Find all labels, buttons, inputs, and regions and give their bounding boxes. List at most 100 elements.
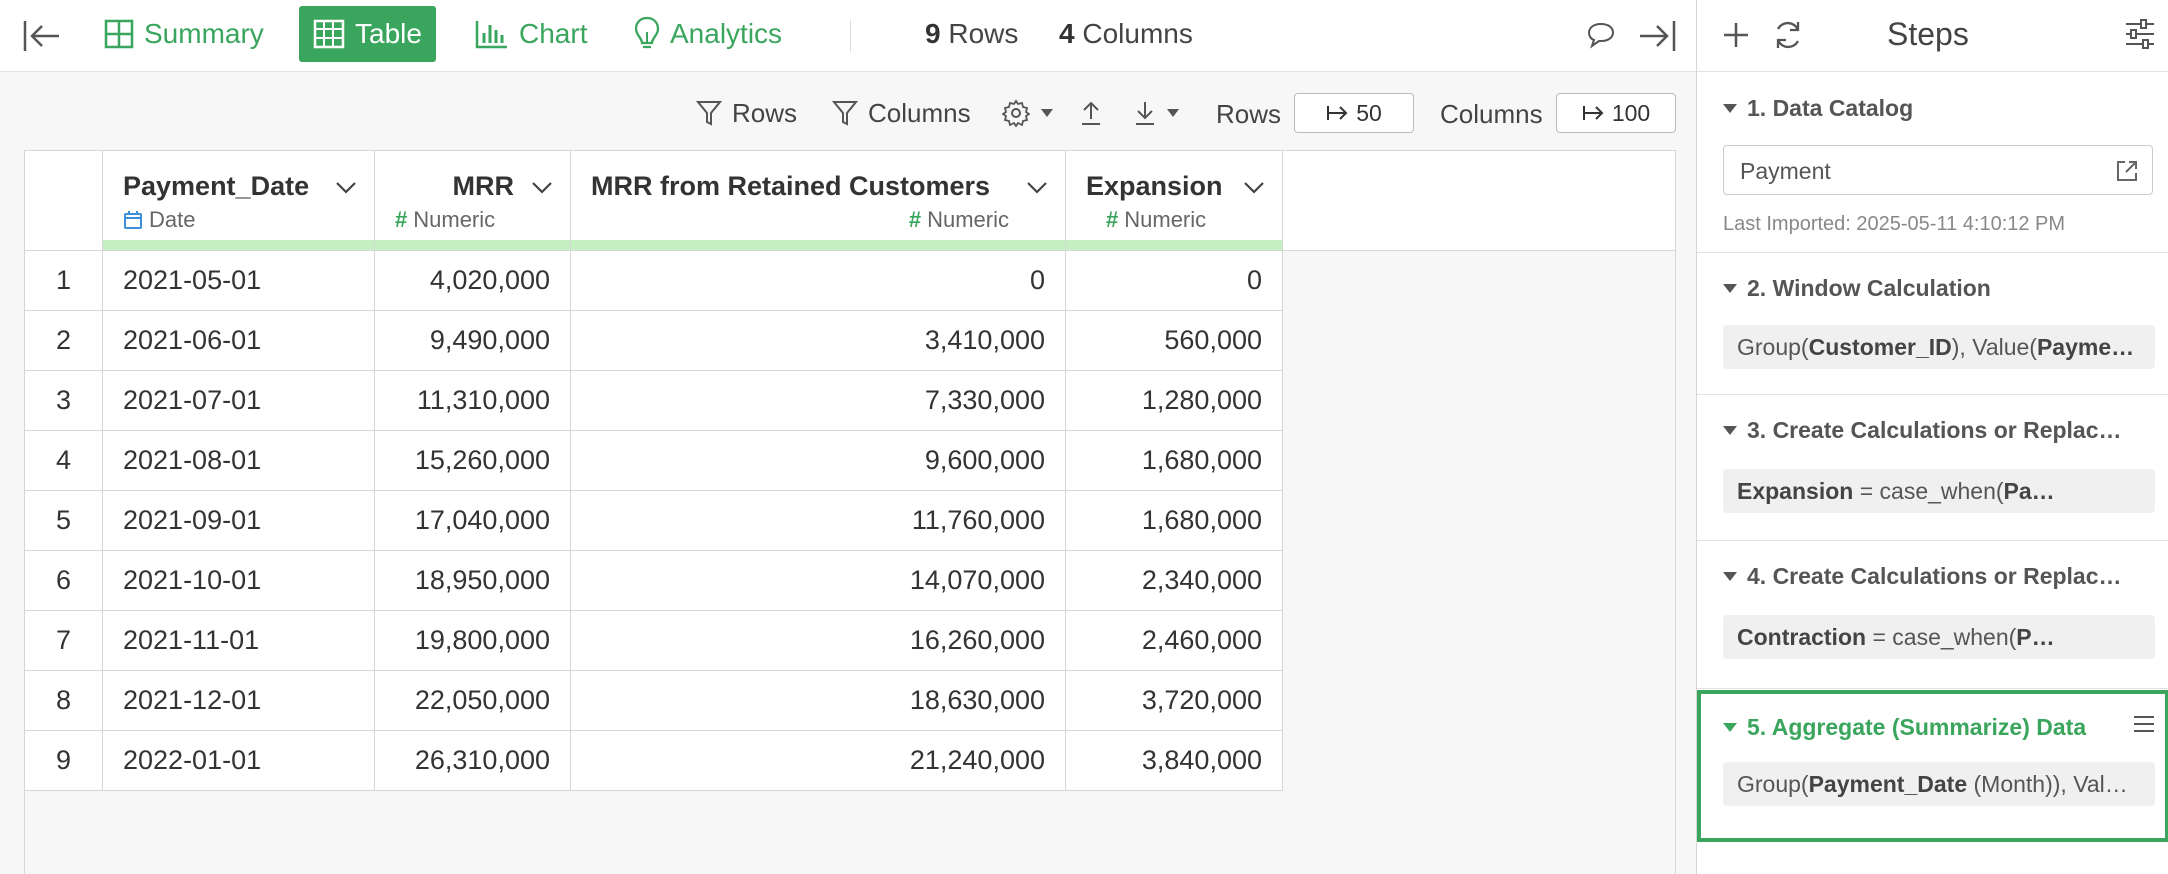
cell-expansion[interactable]: 2,460,000	[1066, 611, 1283, 670]
cell-mrr[interactable]: 15,260,000	[375, 431, 571, 490]
cell-expansion[interactable]: 560,000	[1066, 311, 1283, 370]
collapse-triangle-icon[interactable]	[1723, 723, 1737, 732]
data-table: Payment_Date Date MRR # Numeric MRR from…	[24, 150, 1676, 874]
cell-mrr-retained[interactable]: 16,260,000	[571, 611, 1066, 670]
step-summary[interactable]: Contraction = case_when(P…	[1723, 615, 2155, 659]
collapse-triangle-icon[interactable]	[1723, 572, 1737, 581]
upload-arrow-icon	[1082, 101, 1100, 125]
cell-payment-date[interactable]: 2021-08-01	[103, 431, 375, 490]
type-bar	[571, 240, 1065, 250]
external-link-icon[interactable]	[2114, 158, 2140, 184]
cell-mrr-retained[interactable]: 18,630,000	[571, 671, 1066, 730]
cell-mrr[interactable]: 19,800,000	[375, 611, 571, 670]
cell-payment-date[interactable]: 2021-11-01	[103, 611, 375, 670]
cell-payment-date[interactable]: 2021-07-01	[103, 371, 375, 430]
type-bar	[1066, 240, 1282, 250]
sort-ascending-button[interactable]	[1080, 95, 1102, 131]
cell-mrr[interactable]: 9,490,000	[375, 311, 571, 370]
cell-payment-date[interactable]: 2021-12-01	[103, 671, 375, 730]
collapse-triangle-icon[interactable]	[1723, 284, 1737, 293]
cell-payment-date[interactable]: 2021-09-01	[103, 491, 375, 550]
divider	[850, 20, 851, 52]
step-summary[interactable]: Group(Payment_Date (Month)), Val…	[1723, 762, 2155, 806]
collapse-triangle-icon[interactable]	[1723, 426, 1737, 435]
cell-mrr[interactable]: 18,950,000	[375, 551, 571, 610]
step-aggregate-data[interactable]: 5. Aggregate (Summarize) Data Group(Paym…	[1697, 690, 2168, 842]
columns-filter-button[interactable]: Columns	[832, 95, 971, 131]
cell-expansion[interactable]: 1,680,000	[1066, 491, 1283, 550]
step-summary-bold: Expansion	[1737, 478, 1854, 504]
download-button[interactable]	[1134, 95, 1180, 131]
hash-icon: #	[1106, 207, 1119, 232]
cell-mrr-retained[interactable]: 0	[571, 251, 1066, 310]
cell-payment-date[interactable]: 2021-05-01	[103, 251, 375, 310]
step-create-calculation-contraction[interactable]: 4. Create Calculations or Replac… Contra…	[1697, 541, 2168, 689]
cell-mrr-retained[interactable]: 7,330,000	[571, 371, 1066, 430]
collapse-right-icon[interactable]	[1637, 18, 1677, 54]
column-header-mrr[interactable]: MRR # Numeric	[375, 151, 571, 250]
data-source-box[interactable]: Payment	[1723, 145, 2153, 195]
cell-expansion[interactable]: 3,840,000	[1066, 731, 1283, 790]
step-create-calculation-expansion[interactable]: 3. Create Calculations or Replac… Expans…	[1697, 395, 2168, 541]
cell-mrr[interactable]: 4,020,000	[375, 251, 571, 310]
collapse-left-icon[interactable]	[22, 18, 62, 54]
column-header-expansion[interactable]: Expansion # Numeric	[1066, 151, 1283, 250]
step-title-text: 3. Create Calculations or Replac…	[1747, 417, 2122, 443]
cell-mrr-retained[interactable]: 3,410,000	[571, 311, 1066, 370]
cell-expansion[interactable]: 2,340,000	[1066, 551, 1283, 610]
filter-icon	[696, 101, 722, 126]
row-number-header	[25, 151, 103, 250]
calendar-icon	[124, 211, 142, 229]
plus-icon[interactable]	[1719, 18, 1753, 52]
cell-mrr-retained[interactable]: 11,760,000	[571, 491, 1066, 550]
cell-payment-date[interactable]: 2021-06-01	[103, 311, 375, 370]
rows-filter-button[interactable]: Rows	[696, 95, 797, 131]
app-window: Summary Table Chart Analytics 9 Rows 4 C…	[0, 0, 2168, 874]
sliders-icon[interactable]	[2123, 18, 2157, 50]
tab-chart[interactable]: Chart	[461, 6, 601, 62]
step-title: 4. Create Calculations or Replac…	[1723, 563, 2143, 590]
column-count-label: Columns	[1082, 18, 1193, 49]
cell-payment-date[interactable]: 2022-01-01	[103, 731, 375, 790]
hamburger-menu-icon[interactable]	[2131, 712, 2157, 736]
table-settings-button[interactable]	[1002, 95, 1054, 131]
step-window-calculation[interactable]: 2. Window Calculation Group(Customer_ID)…	[1697, 253, 2168, 395]
cell-mrr[interactable]: 22,050,000	[375, 671, 571, 730]
chevron-down-icon[interactable]	[334, 175, 358, 199]
cell-expansion[interactable]: 1,680,000	[1066, 431, 1283, 490]
table-row: 4 2021-08-01 15,260,000 9,600,000 1,680,…	[25, 431, 1283, 491]
cell-expansion[interactable]: 3,720,000	[1066, 671, 1283, 730]
comment-icon[interactable]	[1586, 20, 1616, 50]
tab-analytics[interactable]: Analytics	[620, 6, 796, 62]
cell-payment-date[interactable]: 2021-10-01	[103, 551, 375, 610]
step-title: 5. Aggregate (Summarize) Data	[1723, 714, 2143, 741]
columns-limit-input[interactable]: 100	[1556, 93, 1676, 133]
steps-panel: Steps 1. Data Catalog Payment Last Impor…	[1696, 0, 2168, 874]
column-header-mrr-retained[interactable]: MRR from Retained Customers # Numeric	[571, 151, 1066, 250]
cell-mrr[interactable]: 26,310,000	[375, 731, 571, 790]
column-header-payment-date[interactable]: Payment_Date Date	[103, 151, 375, 250]
tab-summary[interactable]: Summary	[90, 6, 278, 62]
step-summary[interactable]: Expansion = case_when(Pa…	[1723, 469, 2155, 513]
row-number: 4	[25, 431, 103, 490]
cell-mrr[interactable]: 11,310,000	[375, 371, 571, 430]
tab-table[interactable]: Table	[299, 6, 436, 62]
refresh-icon[interactable]	[1771, 18, 1805, 52]
step-summary-text: = case_when(	[1866, 624, 2017, 650]
collapse-triangle-icon[interactable]	[1723, 104, 1737, 113]
bar-chart-icon	[475, 21, 507, 49]
column-name: MRR	[452, 171, 515, 201]
cell-expansion[interactable]: 1,280,000	[1066, 371, 1283, 430]
step-title: 3. Create Calculations or Replac…	[1723, 417, 2143, 444]
cell-mrr-retained[interactable]: 14,070,000	[571, 551, 1066, 610]
chevron-down-icon[interactable]	[1025, 175, 1049, 199]
cell-mrr[interactable]: 17,040,000	[375, 491, 571, 550]
cell-expansion[interactable]: 0	[1066, 251, 1283, 310]
rows-limit-input[interactable]: 50	[1294, 93, 1414, 133]
chevron-down-icon[interactable]	[1242, 175, 1266, 199]
step-data-catalog[interactable]: 1. Data Catalog Payment Last Imported: 2…	[1697, 73, 2168, 253]
step-summary[interactable]: Group(Customer_ID), Value(Payme…	[1723, 325, 2155, 369]
cell-mrr-retained[interactable]: 9,600,000	[571, 431, 1066, 490]
chevron-down-icon[interactable]	[530, 175, 554, 199]
cell-mrr-retained[interactable]: 21,240,000	[571, 731, 1066, 790]
